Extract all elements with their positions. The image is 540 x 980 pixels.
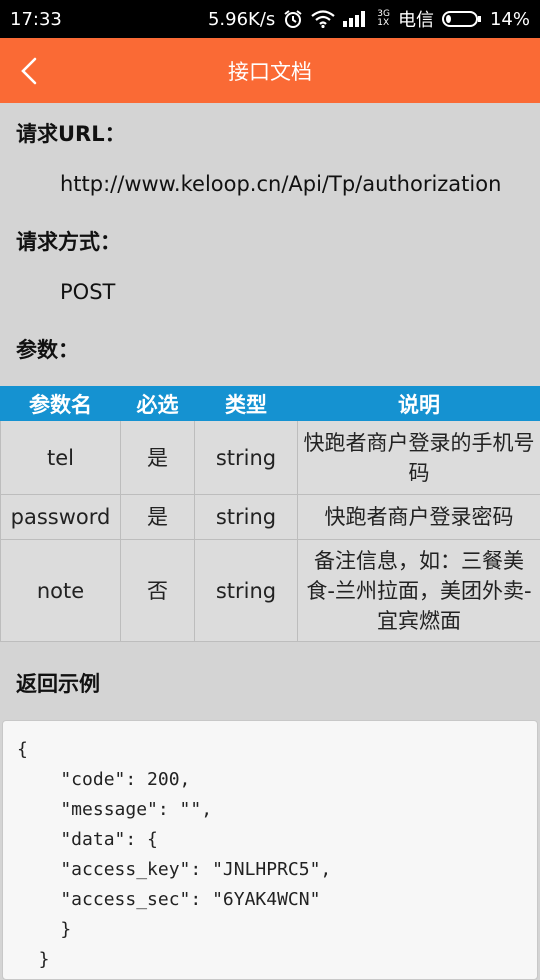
response-code-block: { "code": 200, "message": "", "data": { … <box>2 720 538 980</box>
signal-icon <box>343 11 369 27</box>
battery-percent: 14% <box>490 9 530 30</box>
chevron-left-icon <box>19 56 39 86</box>
page-title: 接口文档 <box>228 56 312 86</box>
param-name-cell: tel <box>1 421 121 495</box>
param-description-cell: 快跑者商户登录密码 <box>298 495 540 540</box>
header-description: 说明 <box>298 387 540 421</box>
param-required-cell: 是 <box>121 495 195 540</box>
response-code: { "code": 200, "message": "", "data": { … <box>17 735 523 975</box>
network-type: 3G 1X <box>377 10 390 28</box>
app-header: 接口文档 <box>0 38 540 103</box>
header-param-name: 参数名 <box>1 387 121 421</box>
status-time: 17:33 <box>10 9 208 30</box>
param-description-cell: 备注信息，如：三餐美食-兰州拉面，美团外卖-宜宾燃面 <box>298 540 540 642</box>
wifi-icon <box>311 10 335 28</box>
param-description-cell: 快跑者商户登录的手机号码 <box>298 421 540 495</box>
back-button[interactable] <box>14 38 44 103</box>
param-type-cell: string <box>195 421 298 495</box>
request-url-label: 请求URL： <box>16 118 126 148</box>
header-required: 必选 <box>121 387 195 421</box>
params-label: 参数： <box>16 334 79 364</box>
request-url-value: http://www.keloop.cn/Api/Tp/authorizatio… <box>60 172 501 196</box>
network-speed: 5.96K/s <box>208 9 275 30</box>
request-method-value: POST <box>60 280 115 304</box>
param-required-cell: 是 <box>121 421 195 495</box>
battery-icon <box>442 10 482 28</box>
table-row: tel 是 string 快跑者商户登录的手机号码 <box>1 421 540 495</box>
param-name-cell: password <box>1 495 121 540</box>
params-table: 参数名 必选 类型 说明 tel 是 string 快跑者商户登录的手机号码 p… <box>0 386 540 642</box>
table-header-row: 参数名 必选 类型 说明 <box>1 387 540 421</box>
param-type-cell: string <box>195 495 298 540</box>
carrier-name: 电信 <box>398 6 434 32</box>
table-row: password 是 string 快跑者商户登录密码 <box>1 495 540 540</box>
param-name-cell: note <box>1 540 121 642</box>
request-method-label: 请求方式： <box>16 226 121 256</box>
response-example-label: 返回示例 <box>16 668 100 698</box>
param-type-cell: string <box>195 540 298 642</box>
status-bar: 17:33 5.96K/s 3G 1X 电信 14% <box>0 0 540 38</box>
header-type: 类型 <box>195 387 298 421</box>
param-required-cell: 否 <box>121 540 195 642</box>
table-row: note 否 string 备注信息，如：三餐美食-兰州拉面，美团外卖-宜宾燃面 <box>1 540 540 642</box>
alarm-clock-icon <box>283 9 303 29</box>
